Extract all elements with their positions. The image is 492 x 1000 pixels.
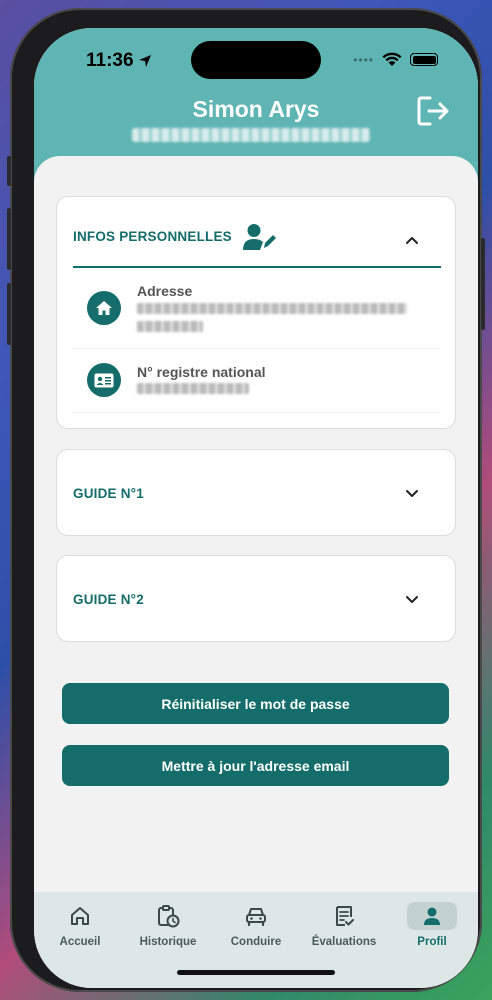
wifi-icon (382, 52, 402, 66)
guide-1-card[interactable]: GUIDE N°1 (56, 449, 456, 536)
mute-switch (7, 156, 11, 186)
address-value-redacted-2 (137, 321, 203, 332)
section-divider (73, 266, 441, 268)
address-icon-badge (87, 291, 121, 325)
volume-up-button (7, 208, 11, 270)
chevron-down-icon[interactable] (405, 592, 419, 606)
history-icon (158, 905, 180, 928)
tab-historique[interactable]: Historique (124, 902, 212, 948)
user-email-redacted (132, 128, 370, 142)
dynamic-island (191, 41, 321, 79)
tab-profil[interactable]: Profil (388, 902, 476, 948)
tab-conduire[interactable]: Conduire (212, 902, 300, 948)
profile-content: INFOS PERSONNELLES Adresse N° registre n… (34, 156, 478, 896)
screen: 11:36 •••• Simon Arys INFOS PERSONNELLES… (34, 28, 478, 988)
registry-icon-badge (87, 363, 121, 397)
id-card-icon (94, 373, 114, 387)
guide-2-title: GUIDE N°2 (73, 592, 144, 607)
chevron-up-icon[interactable] (405, 233, 419, 247)
personal-info-card: INFOS PERSONNELLES Adresse N° registre n… (56, 196, 456, 429)
home-icon (71, 907, 89, 925)
address-value-redacted (137, 303, 407, 314)
row-separator (73, 412, 441, 413)
status-time: 11:36 (86, 50, 134, 71)
guide-1-title: GUIDE N°1 (73, 486, 144, 501)
reset-password-button[interactable]: Réinitialiser le mot de passe (62, 683, 449, 724)
profile-icon (424, 907, 440, 925)
user-edit-icon (243, 224, 276, 250)
battery-icon (410, 53, 438, 66)
car-icon (246, 908, 266, 927)
chevron-down-icon[interactable] (405, 486, 419, 500)
tab-label: Historique (139, 936, 197, 948)
tab-label: Accueil (59, 936, 101, 948)
row-separator (73, 348, 441, 349)
tab-accueil[interactable]: Accueil (36, 902, 124, 948)
signal-dots: •••• (353, 52, 374, 67)
registry-value-redacted (137, 383, 249, 394)
user-name: Simon Arys (192, 96, 320, 122)
tab-label: Conduire (230, 936, 282, 948)
tab-label: Évaluations (311, 936, 377, 948)
logout-icon[interactable] (416, 94, 450, 128)
personal-info-title: INFOS PERSONNELLES (73, 229, 232, 244)
registry-label: N° registre national (137, 364, 266, 380)
tab-label: Profil (417, 936, 447, 948)
guide-2-card[interactable]: GUIDE N°2 (56, 555, 456, 642)
evaluation-icon (336, 906, 354, 926)
address-label: Adresse (137, 283, 193, 299)
power-button (481, 238, 485, 330)
location-arrow-icon (139, 55, 151, 67)
status-indicators: •••• (353, 52, 438, 67)
phone-frame: 11:36 •••• Simon Arys INFOS PERSONNELLES… (7, 8, 485, 992)
update-email-button[interactable]: Mettre à jour l'adresse email (62, 745, 449, 786)
tab-evaluations[interactable]: Évaluations (300, 902, 388, 948)
home-indicator (177, 970, 335, 975)
home-icon (96, 301, 112, 315)
volume-down-button (7, 283, 11, 345)
